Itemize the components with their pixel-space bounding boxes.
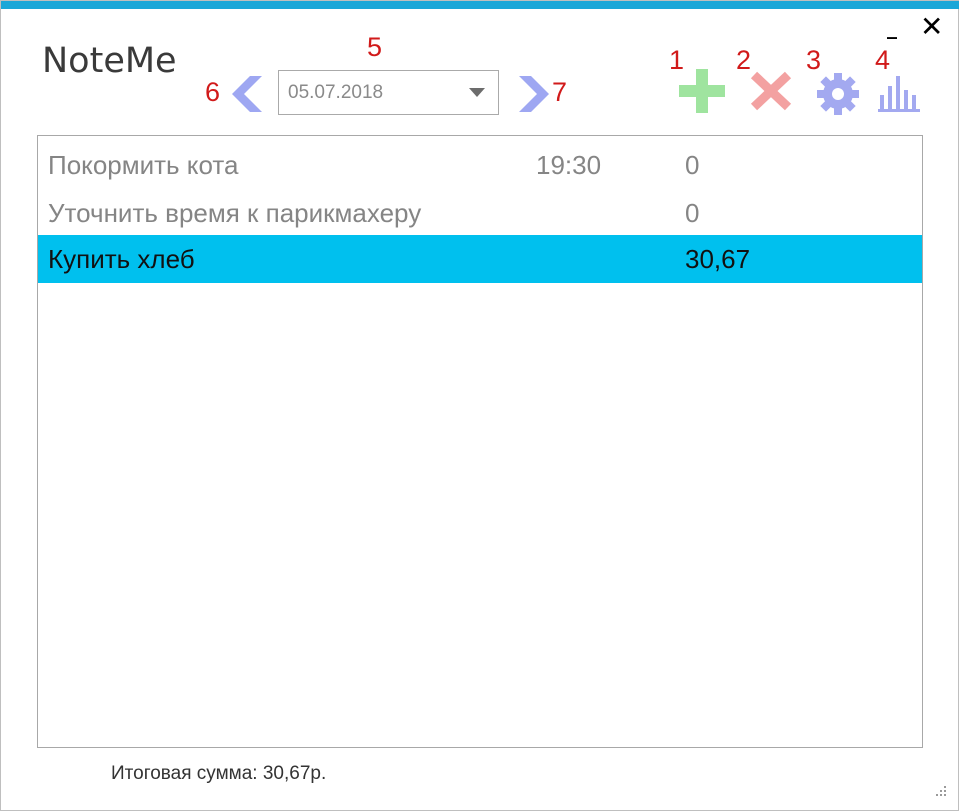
minimize-button[interactable]: _ <box>887 15 897 39</box>
close-button[interactable]: ✕ <box>920 11 943 43</box>
bar-chart-icon <box>878 76 920 112</box>
note-sum: 30,67 <box>685 244 751 274</box>
notes-list[interactable]: Покормить кота 19:30 0 Уточнить время к … <box>37 135 923 748</box>
note-time: 19:30 <box>536 150 602 180</box>
chevron-left-icon <box>232 76 262 112</box>
selected-date: 05.07.2018 <box>288 82 384 103</box>
x-icon <box>750 71 792 111</box>
note-title: Купить хлеб <box>48 244 195 274</box>
annotation-6: 6 <box>205 77 221 107</box>
note-sum: 0 <box>685 150 700 180</box>
note-sum: 0 <box>685 198 700 228</box>
chevron-right-icon <box>519 76 549 112</box>
delete-note-button[interactable] <box>749 71 793 115</box>
total-sum-label: Итоговая сумма: 30,67р. <box>111 763 327 784</box>
plus-icon <box>679 69 725 113</box>
app-title: NoteMe <box>42 41 177 81</box>
annotation-4: 4 <box>875 45 891 75</box>
add-note-button[interactable] <box>679 69 725 117</box>
gear-icon <box>817 73 859 115</box>
prev-day-button[interactable] <box>232 76 264 116</box>
resize-grip-icon[interactable] <box>934 784 948 798</box>
window-accent-bar <box>1 1 959 9</box>
list-item[interactable]: Покормить кота 19:30 0 <box>38 141 922 189</box>
statistics-button[interactable] <box>878 74 922 118</box>
note-title: Уточнить время к парикмахеру <box>48 198 422 228</box>
app-window: NoteMe _ ✕ 1 2 3 4 5 6 7 05.07.2018 Поко… <box>0 0 959 811</box>
chevron-down-icon <box>469 88 485 97</box>
next-day-button[interactable] <box>517 76 549 116</box>
note-title: Покормить кота <box>48 150 239 180</box>
annotation-5: 5 <box>367 32 383 62</box>
date-select[interactable]: 05.07.2018 <box>278 70 499 115</box>
settings-button[interactable] <box>816 72 860 120</box>
list-item[interactable]: Уточнить время к парикмахеру 0 <box>38 189 922 237</box>
list-item-selected[interactable]: Купить хлеб 30,67 <box>38 235 922 283</box>
annotation-7: 7 <box>552 77 568 107</box>
